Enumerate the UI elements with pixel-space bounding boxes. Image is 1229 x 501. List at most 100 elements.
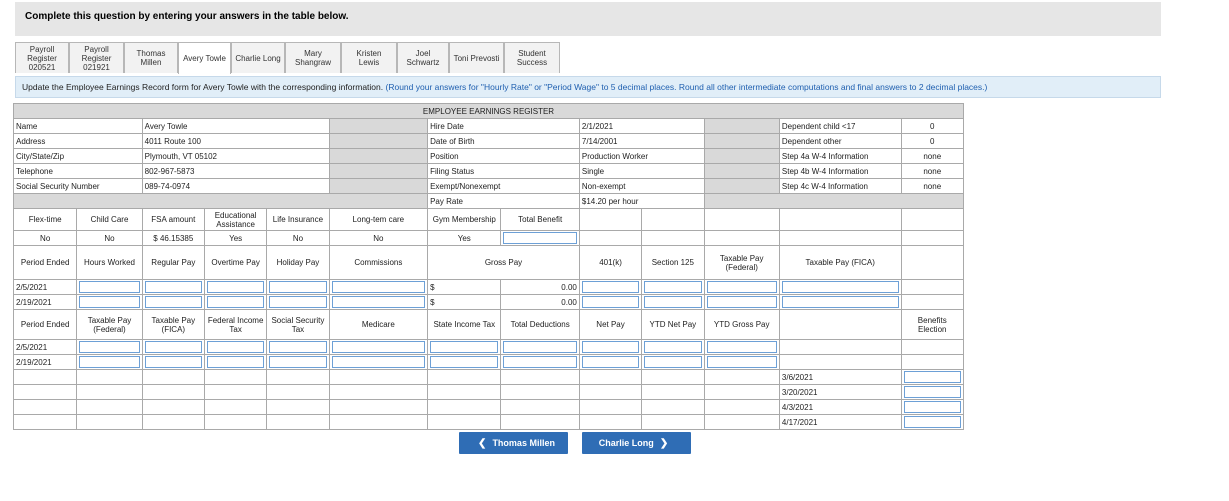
401k-input[interactable] [581, 296, 640, 308]
pay-header-401k: 401(k) [578, 245, 643, 280]
tax-header-total-deductions: Total Deductions [500, 309, 580, 340]
tax-header-net-pay: Net Pay [578, 309, 643, 340]
taxable-fica-input[interactable] [144, 356, 202, 368]
medicare-input[interactable] [331, 356, 426, 368]
social-security-tax-input[interactable] [269, 341, 327, 353]
state-income-tax-input[interactable] [430, 356, 499, 368]
benefit-value-fsa: $ 46.15385 [141, 230, 205, 246]
mid-label-filing-status: Filing Status [427, 163, 580, 179]
federal-income-tax-input[interactable] [206, 356, 265, 368]
tab-student-success[interactable]: Student Success [504, 42, 560, 73]
taxable-fica-input[interactable] [781, 296, 899, 308]
info-value-address: 4011 Route 100 [141, 133, 330, 149]
benefit-value-life-insurance: No [266, 230, 330, 246]
right-label-dependent-other: Dependent other [778, 133, 902, 149]
right-label-dependent-child: Dependent child <17 [778, 118, 902, 134]
benefit-date: 3/20/2021 [778, 384, 902, 400]
regular-pay-input[interactable] [144, 296, 202, 308]
tax-row-period: 2/5/2021 [12, 339, 78, 355]
right-value-step4b: none [900, 163, 965, 179]
tab-joel-schwartz[interactable]: Joel Schwartz [397, 42, 449, 73]
pay-header-section-125: Section 125 [641, 245, 705, 280]
tax-header-blank [778, 309, 902, 340]
section-125-input[interactable] [644, 281, 702, 293]
question-header: Complete this question by entering your … [15, 2, 1161, 36]
net-pay-input[interactable] [581, 341, 640, 353]
overtime-pay-input[interactable] [206, 281, 265, 293]
tab-thomas-millen[interactable]: Thomas Millen [124, 42, 178, 73]
total-deductions-input[interactable] [503, 341, 577, 353]
mid-value-dob: 7/14/2001 [578, 133, 705, 149]
hours-worked-input[interactable] [79, 281, 140, 293]
benefit-header-flex-time: Flex-time [12, 208, 78, 231]
ytd-net-pay-input[interactable] [644, 341, 702, 353]
info-label-address: Address [13, 133, 143, 149]
benefit-header-fsa: FSA amount [141, 208, 205, 231]
tab-payroll-register-021921[interactable]: Payroll Register 021921 [69, 42, 124, 73]
right-label-step4b: Step 4b W-4 Information [778, 163, 902, 179]
right-label-step4c: Step 4c W-4 Information [778, 178, 902, 194]
ytd-net-pay-input[interactable] [644, 356, 702, 368]
mid-label-exempt: Exempt/Nonexempt [427, 178, 580, 194]
pay-header-overtime-pay: Overtime Pay [203, 245, 268, 280]
tax-header-period-ended: Period Ended [12, 309, 78, 340]
pay-row-period: 2/19/2021 [12, 294, 78, 310]
total-deductions-input[interactable] [503, 356, 577, 368]
pay-header-period-ended: Period Ended [12, 245, 78, 280]
regular-pay-input[interactable] [144, 281, 202, 293]
taxable-federal-input[interactable] [79, 356, 140, 368]
taxable-federal-input[interactable] [706, 281, 777, 293]
question-header-text: Complete this question by entering your … [25, 11, 349, 22]
ytd-gross-pay-input[interactable] [706, 356, 777, 368]
right-value-dependent-child: 0 [900, 118, 965, 134]
right-value-step4a: none [900, 148, 965, 164]
tab-charlie-long[interactable]: Charlie Long [231, 42, 285, 73]
benefits-election-input[interactable] [903, 401, 961, 413]
info-value-name: Avery Towle [141, 118, 330, 134]
benefits-election-input[interactable] [903, 416, 961, 428]
taxable-federal-input[interactable] [79, 341, 140, 353]
tax-header-taxable-fica: Taxable Pay (FICA) [141, 309, 205, 340]
mid-label-position: Position [427, 148, 580, 164]
ytd-gross-pay-input[interactable] [706, 341, 777, 353]
tab-kristen-lewis[interactable]: Kristen Lewis [341, 42, 397, 73]
state-income-tax-input[interactable] [430, 341, 499, 353]
holiday-pay-input[interactable] [269, 281, 327, 293]
gross-pay-dollar: $ [427, 294, 502, 310]
tab-avery-towle[interactable]: Avery Towle [178, 42, 231, 74]
benefit-value-gym: Yes [427, 230, 502, 246]
benefits-election-input[interactable] [903, 386, 961, 398]
info-value-city: Plymouth, VT 05102 [141, 148, 330, 164]
taxable-federal-input[interactable] [706, 296, 777, 308]
taxable-fica-input[interactable] [144, 341, 202, 353]
overtime-pay-input[interactable] [206, 296, 265, 308]
benefit-header-life-insurance: Life Insurance [266, 208, 330, 231]
tab-payroll-register-020521[interactable]: Payroll Register 020521 [15, 42, 69, 73]
tab-mary-shangraw[interactable]: Mary Shangraw [285, 42, 341, 73]
next-button[interactable]: Charlie Long ❯ [582, 432, 691, 454]
401k-input[interactable] [581, 281, 640, 293]
instruction-banner: Update the Employee Earnings Record form… [15, 76, 1161, 98]
social-security-tax-input[interactable] [269, 356, 327, 368]
employee-earnings-register: EMPLOYEE EARNINGS REGISTER Name Avery To… [12, 103, 965, 430]
tax-header-federal-income-tax: Federal Income Tax [203, 309, 268, 340]
info-label-ssn: Social Security Number [13, 178, 143, 194]
commissions-input[interactable] [331, 281, 426, 293]
benefits-election-input[interactable] [903, 371, 961, 383]
hours-worked-input[interactable] [79, 296, 140, 308]
benefit-value-flex-time: No [12, 230, 78, 246]
tab-toni-prevosti[interactable]: Toni Prevosti [449, 42, 504, 73]
tax-header-medicare: Medicare [328, 309, 429, 340]
total-benefit-input[interactable] [503, 232, 577, 244]
pay-header-commissions: Commissions [328, 245, 429, 280]
right-value-dependent-other: 0 [900, 133, 965, 149]
section-125-input[interactable] [644, 296, 702, 308]
mid-value-hire-date: 2/1/2021 [578, 118, 705, 134]
holiday-pay-input[interactable] [269, 296, 327, 308]
federal-income-tax-input[interactable] [206, 341, 265, 353]
prev-button[interactable]: ❮ Thomas Millen [459, 432, 568, 454]
taxable-fica-input[interactable] [781, 281, 899, 293]
medicare-input[interactable] [331, 341, 426, 353]
commissions-input[interactable] [331, 296, 426, 308]
net-pay-input[interactable] [581, 356, 640, 368]
